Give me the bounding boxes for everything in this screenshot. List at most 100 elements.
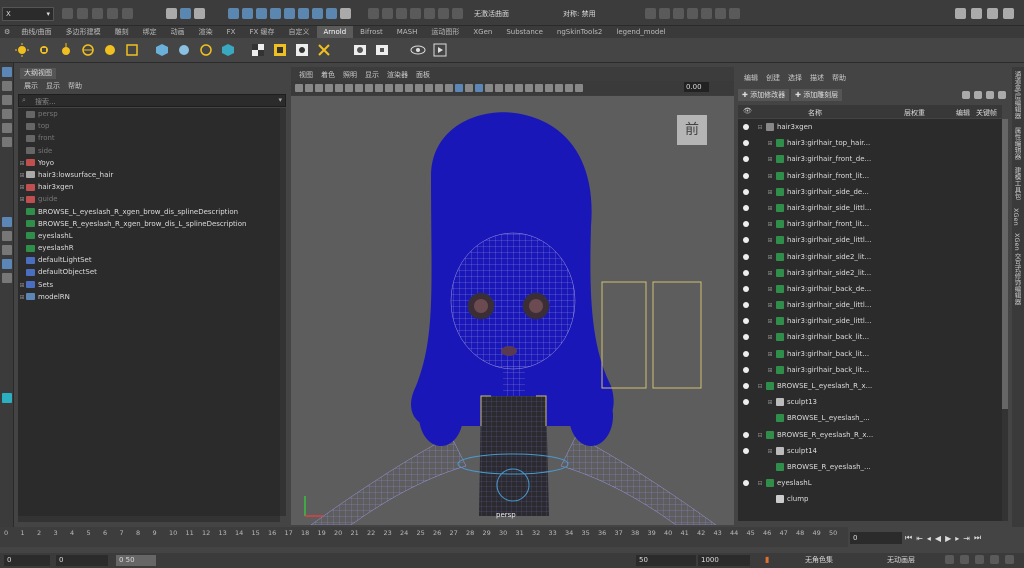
sound-icon[interactable] <box>975 555 984 564</box>
volume-icon[interactable] <box>176 42 192 58</box>
outliner-item[interactable]: BROWSE_L_eyeslash_R_xgen_brow_dis_spline… <box>18 206 280 218</box>
lasso-tool-icon[interactable] <box>2 81 12 91</box>
expand-icon[interactable]: ⊞ <box>766 169 774 185</box>
expand-icon[interactable]: ⊟ <box>756 379 764 395</box>
viewport-menu-item[interactable]: 渲染器 <box>387 70 408 80</box>
play-backward-icon[interactable]: ◀ <box>935 534 941 543</box>
col-weight[interactable]: 层权重 <box>904 108 925 118</box>
xgen-list-row[interactable]: ⊞ hair3:girlhair_side_littl... <box>738 297 1002 313</box>
mask-handle-icon[interactable] <box>228 8 239 19</box>
expand-icon[interactable]: ⊞ <box>766 266 774 282</box>
viewport-canvas[interactable]: 前 persp <box>291 96 734 525</box>
visibility-toggle-icon[interactable] <box>743 204 749 211</box>
outliner-item[interactable]: BROWSE_R_eyeslash_R_xgen_brow_dis_L_spli… <box>18 218 280 230</box>
xgen-list-row[interactable]: BROWSE_L_eyeslash_... <box>738 410 1002 426</box>
visibility-toggle-icon[interactable] <box>743 172 749 179</box>
exposure-field[interactable]: 0.00 <box>684 82 709 92</box>
wireframe-on-shaded-icon[interactable] <box>455 84 463 92</box>
shelf-tab[interactable]: 多边形建模 <box>59 26 108 38</box>
xgen-menu-item[interactable]: 选择 <box>788 73 802 83</box>
auto-key-icon[interactable] <box>990 555 999 564</box>
col-edit[interactable]: 编辑 <box>956 108 970 118</box>
step-forward-frame-icon[interactable]: ▸ <box>955 534 959 543</box>
xgen-menu-item[interactable]: 编辑 <box>744 73 758 83</box>
channel-box-icon[interactable] <box>1003 8 1014 19</box>
visibility-toggle-icon[interactable] <box>743 302 749 309</box>
outliner-item[interactable]: persp <box>18 108 280 120</box>
snap-live-icon[interactable] <box>438 8 449 19</box>
open-scene-icon[interactable] <box>77 8 88 19</box>
expand-icon[interactable]: ⊞ <box>766 152 774 168</box>
xgen-list-row[interactable]: ⊟ eyeslashL <box>738 475 1002 491</box>
outliner-item[interactable]: ⊞ guide <box>18 193 280 205</box>
outliner-scrollbar[interactable] <box>280 108 286 516</box>
xgen-list-row[interactable]: ⊟ BROWSE_L_eyeslash_R_x... <box>738 378 1002 394</box>
visibility-toggle-icon[interactable] <box>743 124 749 130</box>
outliner-item[interactable]: ⊞ hair3:lowsurface_hair <box>18 169 280 181</box>
viewport-menu-item[interactable]: 视图 <box>299 70 313 80</box>
shelf-tab[interactable]: 雕刻 <box>108 26 136 38</box>
col-name[interactable]: 名称 <box>808 108 822 118</box>
side-tab[interactable]: XGen 交互式修饰编辑器 <box>1012 229 1022 309</box>
xgen-scrollbar-thumb[interactable] <box>1002 119 1008 409</box>
safe-title-icon[interactable] <box>415 84 423 92</box>
anim-layer-dropdown[interactable]: 无动画层 <box>884 555 934 566</box>
range-slider[interactable]: 0 50 <box>116 555 156 566</box>
playback-start-field[interactable]: 0 <box>56 555 108 566</box>
xgen-list-row[interactable]: ⊞ hair3:girlhair_side_de... <box>738 184 1002 200</box>
textured-icon[interactable] <box>485 84 493 92</box>
lock-icon[interactable] <box>340 8 351 19</box>
character-set-icon[interactable]: ▮ <box>765 555 769 564</box>
xgen-list-row[interactable]: ⊞ sculpt13 <box>738 394 1002 410</box>
shelf-tab[interactable]: 渲染 <box>192 26 220 38</box>
outliner-item[interactable]: ⊞ hair3xgen <box>18 181 280 193</box>
move-down-icon[interactable] <box>974 91 982 99</box>
expand-icon[interactable]: ⊞ <box>766 363 774 379</box>
expand-icon[interactable]: ⊞ <box>766 395 774 411</box>
add-modifier-button[interactable]: ✚ 添加修改器 <box>738 89 790 101</box>
search-tool-icon[interactable] <box>2 273 12 283</box>
xgen-list-row[interactable]: ⊞ hair3:girlhair_side_littl... <box>738 200 1002 216</box>
visibility-toggle-icon[interactable] <box>743 140 749 147</box>
shelf-tab[interactable]: 动画 <box>164 26 192 38</box>
xgen-scrollbar[interactable] <box>1002 119 1008 521</box>
mask-surface-icon[interactable] <box>270 8 281 19</box>
xgen-list-row[interactable]: ⊞ hair3:girlhair_top_hair... <box>738 135 1002 151</box>
smooth-shade-icon[interactable] <box>435 84 443 92</box>
viewport-menu-item[interactable]: 照明 <box>343 70 357 80</box>
workspace-icon[interactable] <box>955 8 966 19</box>
outliner-item[interactable]: eyeslashR <box>18 242 280 254</box>
curve-collector-icon[interactable] <box>198 42 214 58</box>
film-gate-icon[interactable] <box>365 84 373 92</box>
ambient-occlusion-icon[interactable] <box>515 84 523 92</box>
playback-end-field[interactable]: 50 <box>636 555 696 566</box>
mask-dynamic-icon[interactable] <box>298 8 309 19</box>
character-set-dropdown[interactable]: 无角色集 <box>802 555 862 566</box>
outliner-item[interactable]: ⊞ Yoyo <box>18 157 280 169</box>
expand-icon[interactable]: ⊞ <box>766 444 774 460</box>
field-chart-icon[interactable] <box>395 84 403 92</box>
xgen-list-row[interactable]: ⊞ hair3:girlhair_front_lit... <box>738 216 1002 232</box>
2d-pan-icon[interactable] <box>335 84 343 92</box>
default-material-icon[interactable] <box>445 84 453 92</box>
current-frame-field[interactable]: 0 <box>850 532 902 544</box>
sphere-standin-icon[interactable] <box>154 42 170 58</box>
shelf-settings-icon[interactable]: ⚙ <box>0 26 14 38</box>
expand-icon[interactable]: ⊞ <box>766 250 774 266</box>
layout-single-icon[interactable] <box>2 217 12 227</box>
play-forward-icon[interactable]: ▶ <box>945 534 951 543</box>
xgen-list-row[interactable]: ⊞ hair3:girlhair_back_lit... <box>738 346 1002 362</box>
snap-view-icon[interactable] <box>410 8 421 19</box>
select-object-icon[interactable] <box>180 8 191 19</box>
visibility-toggle-icon[interactable] <box>743 188 749 195</box>
skydome-light-icon[interactable] <box>80 42 96 58</box>
layout-two-icon[interactable] <box>2 245 12 255</box>
expand-icon[interactable]: ⊞ <box>766 330 774 346</box>
shelf-tab[interactable]: XGen <box>466 26 499 38</box>
motion-blur-icon[interactable] <box>525 84 533 92</box>
expand-icon[interactable]: ⊞ <box>766 347 774 363</box>
snap-curve-icon[interactable] <box>382 8 393 19</box>
panel-layout-icon[interactable] <box>971 8 982 19</box>
preferences-icon[interactable] <box>1005 555 1014 564</box>
light-portal-icon[interactable] <box>124 42 140 58</box>
